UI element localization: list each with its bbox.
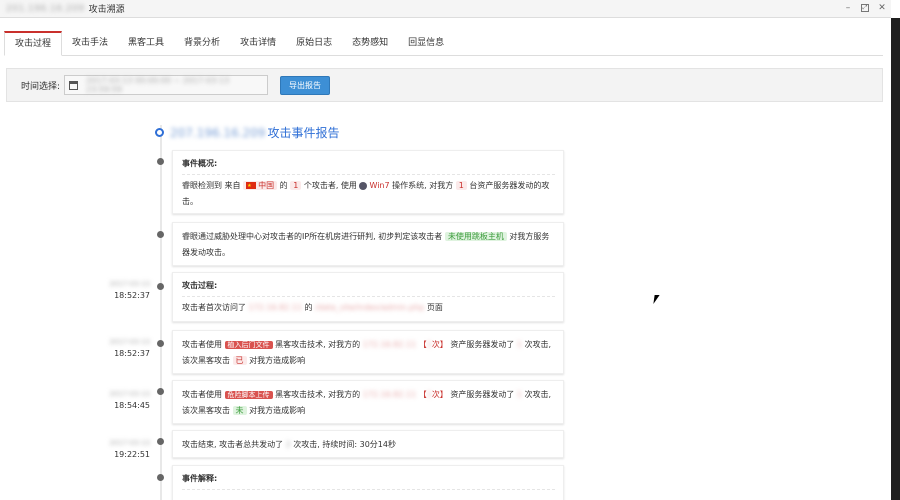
china-flag-icon	[246, 178, 257, 194]
target-url: /data_site/index/admin.php	[315, 303, 425, 312]
date-range-value: 2017-03-13 00:00:00 ~ 2017-03-13 23:59:5…	[86, 76, 230, 94]
event2-timestamp: 2017-03-13 18:54:45	[109, 390, 150, 410]
process-card: 攻击过程: 攻击者首次访问了 172.16.82.11 的 /data_site…	[172, 272, 564, 322]
no-jump-host-tag: 未使用跳板主机	[444, 232, 507, 241]
timeline-dot	[157, 158, 164, 165]
event1-timestamp: 2017-03-13 18:52:37	[109, 338, 150, 358]
report-ip: 207.196.16.209	[170, 125, 266, 140]
report-header: 207.196.16.209 攻击事件报告	[155, 124, 339, 141]
report-title: 攻击事件报告	[267, 126, 340, 140]
total-attacks: 2	[285, 440, 291, 449]
window-title: 攻击溯源	[88, 5, 125, 15]
timeline-dot	[157, 388, 164, 395]
maximize-icon[interactable]: ⤢	[861, 4, 869, 12]
process-timestamp: 2017-03-13 18:52:37	[109, 280, 150, 300]
end-text: 攻击结束, 攻击者总共发动了 2 次攻击, 持续时间: 30分14秒	[182, 440, 396, 449]
time-select-label: 时间选择:	[21, 81, 61, 92]
tab-attack-method[interactable]: 攻击手法	[62, 31, 118, 56]
os-info: Win7	[359, 181, 390, 190]
date-range-input[interactable]: 2017-03-13 00:00:00 ~ 2017-03-13 23:59:5…	[64, 75, 269, 95]
tab-echo-info[interactable]: 回显信息	[398, 31, 454, 56]
explain-card: 事件解释:	[172, 465, 564, 500]
windows-icon	[359, 181, 368, 190]
tab-attack-details[interactable]: 攻击详情	[230, 31, 286, 56]
tab-hacker-tools[interactable]: 黑客工具	[118, 31, 174, 56]
event1-text: 攻击者使用 植入后门文件 黑客攻击技术, 对我方的 172.16.82.11 【…	[182, 340, 552, 365]
end-timestamp: 2017-03-13 19:22:51	[109, 439, 150, 459]
asset-count: 1	[455, 181, 467, 190]
window-controls: – ⤢ ✕	[843, 2, 887, 14]
timeline-dot	[157, 438, 164, 445]
timeline-dot	[157, 231, 164, 238]
country-tag: 中国	[243, 178, 278, 194]
timeline-head-dot	[155, 128, 164, 137]
event1-times: 1	[516, 340, 522, 349]
overview-card: 事件概况: 睿眼检测到 来自 中国 的 1 个攻击者, 使用 Win7 操作系统…	[172, 150, 564, 214]
tab-attack-process[interactable]: 攻击过程	[4, 31, 63, 56]
tab-bar: 攻击过程 攻击手法 黑客工具 背景分析 攻击详情 原始日志 态势感知 回显信息	[4, 31, 883, 56]
event2-card: 攻击者使用 危险脚本上传 黑客攻击技术, 对我方的 172.16.82.11 【…	[172, 380, 564, 424]
event2-text: 攻击者使用 危险脚本上传 黑客攻击技术, 对我方的 172.16.82.11 【…	[182, 390, 552, 415]
end-card: 攻击结束, 攻击者总共发动了 2 次攻击, 持续时间: 30分14秒	[172, 430, 564, 458]
overview-title: 事件概况:	[182, 157, 555, 175]
tab-situation-awareness[interactable]: 态势感知	[342, 31, 398, 56]
process-title: 攻击过程:	[182, 279, 555, 297]
timeline-dot	[157, 340, 164, 347]
export-report-button[interactable]: 导出报告	[280, 75, 331, 95]
event1-count: 【1次】	[418, 340, 448, 349]
close-icon[interactable]: ✕	[877, 2, 887, 14]
event2-result: 未	[232, 406, 247, 415]
explain-title: 事件解释:	[182, 472, 555, 490]
calendar-icon	[69, 80, 79, 90]
right-scrollbar[interactable]	[891, 18, 900, 500]
attacker-count: 1	[290, 181, 302, 190]
tab-raw-logs[interactable]: 原始日志	[286, 31, 342, 56]
event1-result: 已	[232, 356, 247, 365]
attack-trace-window: 201.196.16.209 攻击溯源 – ⤢ ✕ 攻击过程 攻击手法 黑客工具…	[0, 0, 891, 500]
title-bar: 201.196.16.209 攻击溯源 – ⤢ ✕	[0, 0, 891, 18]
event1-card: 攻击者使用 植入后门文件 黑客攻击技术, 对我方的 172.16.82.11 【…	[172, 330, 564, 374]
event2-times: 1	[516, 390, 522, 399]
tab-background-analysis[interactable]: 背景分析	[174, 31, 230, 56]
intel-card: 睿眼通过威胁处理中心对攻击者的IP所在机房进行研判, 初步判定该攻击者 未使用跳…	[172, 222, 564, 266]
intel-text: 睿眼通过威胁处理中心对攻击者的IP所在机房进行研判, 初步判定该攻击者 未使用跳…	[182, 232, 550, 257]
event2-count: 【1次】	[418, 390, 448, 399]
overview-text: 睿眼检测到 来自 中国 的 1 个攻击者, 使用 Win7 操作系统, 对我方 …	[182, 178, 555, 210]
script-upload-badge: 危险脚本上传	[224, 391, 273, 399]
window-title-ip: 201.196.16.209	[6, 3, 85, 14]
backdoor-badge: 植入后门文件	[224, 341, 273, 349]
filter-bar: 时间选择: 2017-03-13 00:00:00 ~ 2017-03-13 2…	[6, 68, 883, 102]
minimize-icon[interactable]: –	[843, 2, 853, 14]
event1-ip: 172.16.82.11	[362, 340, 417, 349]
target-ip: 172.16.82.11	[248, 303, 302, 312]
timeline-dot	[157, 283, 164, 290]
process-text: 攻击者首次访问了 172.16.82.11 的 /data_site/index…	[182, 303, 443, 312]
event2-ip: 172.16.82.11	[362, 390, 417, 399]
timeline-dot	[157, 474, 164, 481]
mouse-cursor-icon	[653, 295, 660, 304]
